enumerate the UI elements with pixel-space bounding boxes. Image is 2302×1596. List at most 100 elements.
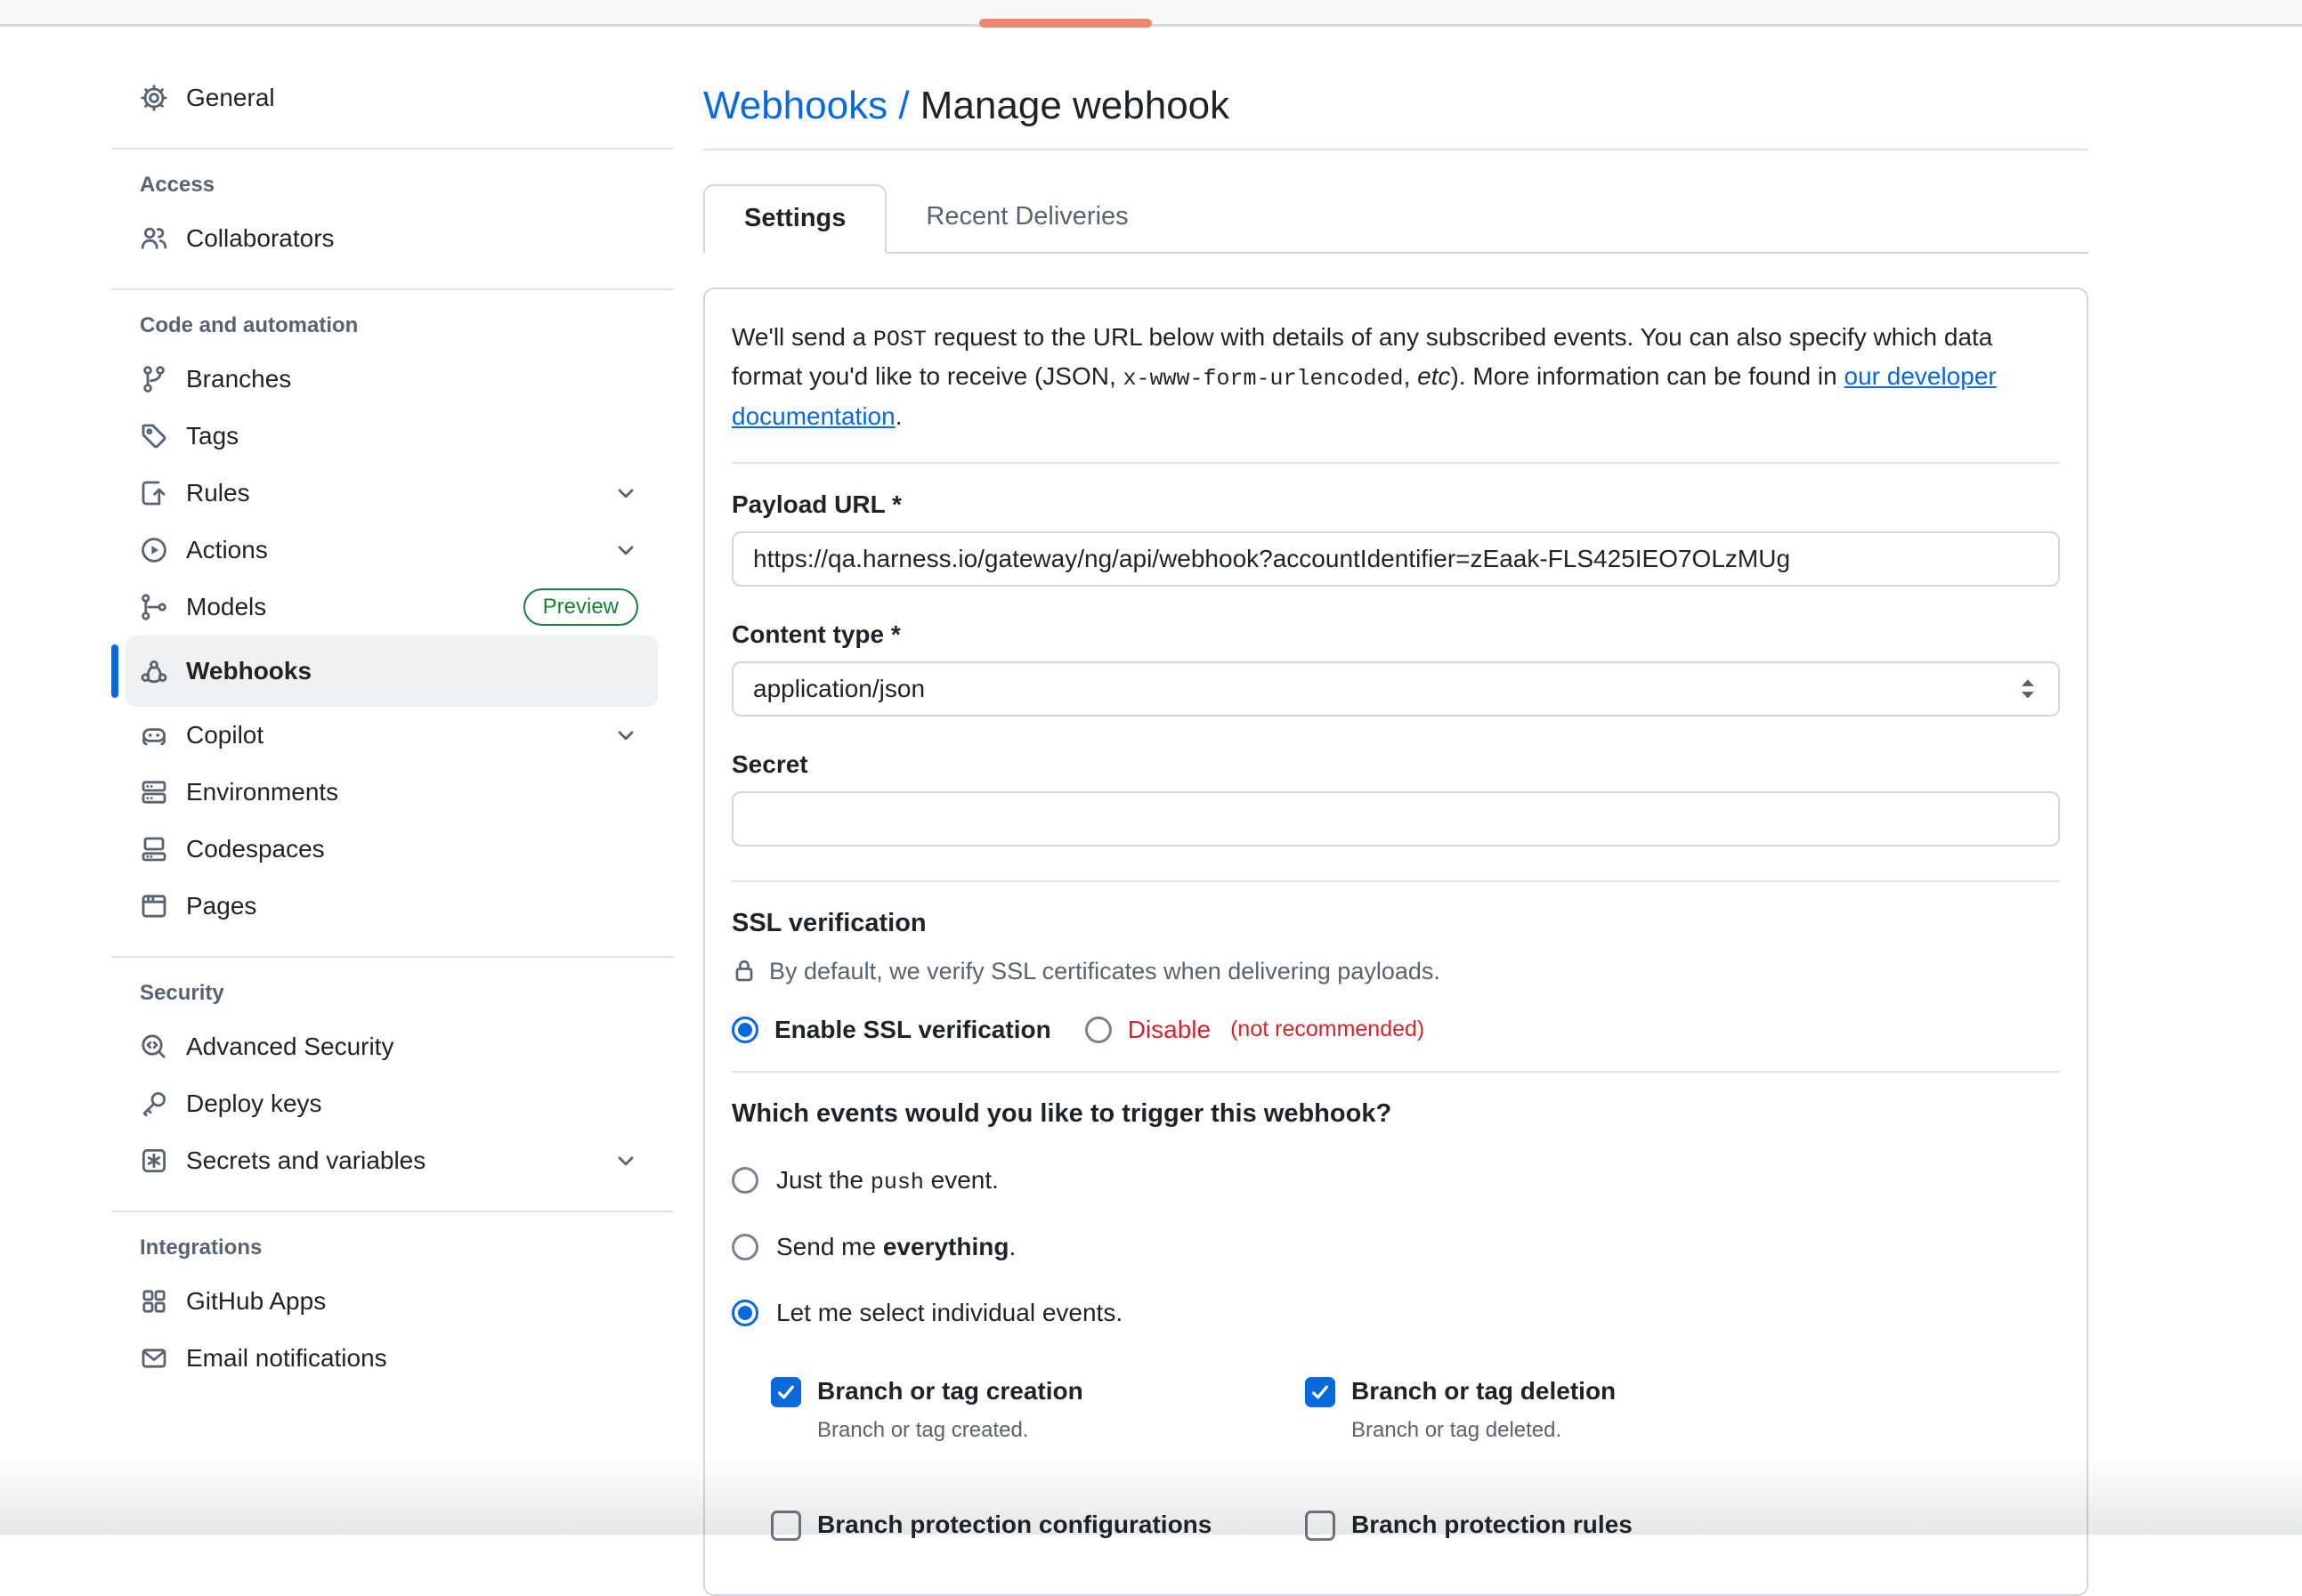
sidebar-section-security: Security Advanced Security Deploy keys S… (111, 956, 674, 1202)
branch-tag-creation-checkbox[interactable] (771, 1377, 801, 1407)
sidebar-section-code-automation: Code and automation Branches Tags Rules (111, 288, 674, 947)
push-code: push (871, 1170, 924, 1195)
page-title-text: Manage webhook (920, 84, 1229, 127)
sidebar-item-rules[interactable]: Rules (111, 465, 674, 522)
sidebar-item-environments[interactable]: Environments (111, 764, 674, 821)
branch-tag-deletion-option[interactable]: Branch or tag deletion (1305, 1375, 2060, 1407)
event-option-push[interactable]: Just the push event. (732, 1166, 2060, 1195)
sidebar-item-label: Models (186, 593, 266, 621)
event-option-individual[interactable]: Let me select individual events. (732, 1299, 2060, 1327)
enable-ssl-label: Enable SSL verification (774, 1016, 1051, 1044)
ssl-verification-section: SSL verification By default, we verify S… (732, 909, 2060, 1044)
branch-protection-rules-option[interactable]: Branch protection rules (1305, 1509, 2060, 1541)
tab-settings[interactable]: Settings (703, 184, 887, 254)
disable-ssl-radio[interactable] (1085, 1017, 1112, 1043)
sidebar-item-actions[interactable]: Actions (111, 522, 674, 579)
section-divider (732, 1071, 2060, 1073)
event-checkbox-item: Branch or tag creation Branch or tag cre… (771, 1375, 1305, 1443)
page-title: Webhooks / Manage webhook (703, 84, 2088, 129)
sidebar-item-tags[interactable]: Tags (111, 408, 674, 465)
chevron-down-icon (613, 1148, 638, 1173)
key-icon (140, 1090, 168, 1118)
tab-recent-deliveries[interactable]: Recent Deliveries (887, 182, 1167, 252)
tag-icon (140, 422, 168, 450)
disable-ssl-option[interactable]: Disable (not recommended) (1085, 1016, 1425, 1044)
checkbox-label: Branch or tag deletion (1351, 1375, 1616, 1407)
section-divider (732, 462, 2060, 464)
sidebar-item-webhooks[interactable]: Webhooks (111, 636, 674, 707)
content-type-label: Content type * (732, 620, 2060, 649)
checkbox-description: Branch or tag created. (817, 1418, 1305, 1443)
sidebar-item-email-notifications[interactable]: Email notifications (111, 1330, 674, 1387)
sidebar-item-collaborators[interactable]: Collaborators (111, 210, 674, 267)
people-icon (140, 224, 168, 253)
sidebar-item-label: General (186, 84, 275, 112)
environments-icon (140, 778, 168, 806)
preview-badge: Preview (523, 588, 638, 627)
branch-tag-creation-option[interactable]: Branch or tag creation (771, 1375, 1305, 1407)
settings-sidebar: General Access Collaborators Code and au… (111, 64, 674, 1399)
breadcrumb-webhooks-link[interactable]: Webhooks (703, 84, 888, 127)
branch-protection-configurations-option[interactable]: Branch protection configurations (771, 1509, 1305, 1541)
branch-tag-deletion-checkbox[interactable] (1305, 1377, 1335, 1407)
everything-radio[interactable] (732, 1234, 758, 1260)
events-heading: Which events would you like to trigger t… (732, 1099, 2060, 1129)
event-checkbox-item: Branch protection rules (1305, 1509, 2060, 1541)
sidebar-item-advanced-security[interactable]: Advanced Security (111, 1018, 674, 1075)
sidebar-item-deploy-keys[interactable]: Deploy keys (111, 1075, 674, 1132)
chevron-down-icon (613, 538, 638, 563)
payload-url-input[interactable] (732, 531, 2060, 587)
sidebar-item-label: Actions (186, 536, 268, 564)
etc-italic: etc (1417, 362, 1450, 390)
event-checkbox-grid: Branch or tag creation Branch or tag cre… (771, 1375, 2060, 1542)
ssl-radio-row: Enable SSL verification Disable (not rec… (732, 1016, 2060, 1044)
post-code: POST (873, 327, 927, 352)
secret-input[interactable] (732, 791, 2060, 847)
sidebar-section-general: General (111, 64, 674, 139)
sidebar-item-label: Deploy keys (186, 1090, 322, 1118)
sidebar-item-pages[interactable]: Pages (111, 878, 674, 935)
sidebar-item-label: Secrets and variables (186, 1146, 426, 1175)
chevron-down-icon (613, 481, 638, 506)
sidebar-section-header: Security (111, 970, 674, 1018)
top-bar (0, 0, 2302, 27)
sidebar-item-general[interactable]: General (111, 69, 674, 126)
sidebar-section-access: Access Collaborators (111, 148, 674, 280)
play-circle-icon (140, 536, 168, 564)
sidebar-item-copilot[interactable]: Copilot (111, 707, 674, 764)
secret-label: Secret (732, 750, 2060, 779)
content-type-select[interactable]: application/json (732, 661, 2060, 717)
select-arrows-icon (2015, 675, 2040, 703)
branch-protection-rules-checkbox[interactable] (1305, 1511, 1335, 1541)
main-content: Webhooks / Manage webhook Settings Recen… (703, 62, 2088, 1596)
checkbox-label: Branch protection configurations (817, 1509, 1212, 1541)
sidebar-item-label: Branches (186, 365, 291, 393)
everything-label: Send me everything. (776, 1233, 1016, 1261)
enable-ssl-option[interactable]: Enable SSL verification (732, 1016, 1051, 1044)
tab-progress-accent-bar (979, 19, 1152, 28)
push-event-radio[interactable] (732, 1167, 758, 1194)
individual-events-radio[interactable] (732, 1300, 758, 1326)
browser-icon (140, 892, 168, 920)
enable-ssl-radio[interactable] (732, 1017, 758, 1043)
push-event-label: Just the push event. (776, 1166, 999, 1195)
event-option-everything[interactable]: Send me everything. (732, 1233, 2060, 1261)
branch-protection-configurations-checkbox[interactable] (771, 1511, 801, 1541)
lock-icon (732, 958, 757, 984)
sidebar-item-codespaces[interactable]: Codespaces (111, 821, 674, 878)
mail-icon (140, 1344, 168, 1373)
sidebar-item-label: Rules (186, 479, 250, 507)
sidebar-item-branches[interactable]: Branches (111, 351, 674, 408)
ssl-note: By default, we verify SSL certificates w… (732, 958, 2060, 985)
apps-icon (140, 1287, 168, 1316)
checkbox-description: Branch or tag deleted. (1351, 1418, 2060, 1443)
sidebar-item-label: Tags (186, 422, 239, 450)
sidebar-item-models[interactable]: Models Preview (111, 579, 674, 636)
webhook-settings-card: We'll send a POST request to the URL bel… (703, 288, 2088, 1596)
checkbox-label: Branch protection rules (1351, 1509, 1633, 1541)
codespaces-icon (140, 835, 168, 863)
sidebar-item-github-apps[interactable]: GitHub Apps (111, 1273, 674, 1330)
sidebar-item-secrets-variables[interactable]: Secrets and variables (111, 1132, 674, 1189)
sidebar-item-label: Codespaces (186, 835, 325, 863)
sidebar-item-label: Collaborators (186, 224, 335, 253)
